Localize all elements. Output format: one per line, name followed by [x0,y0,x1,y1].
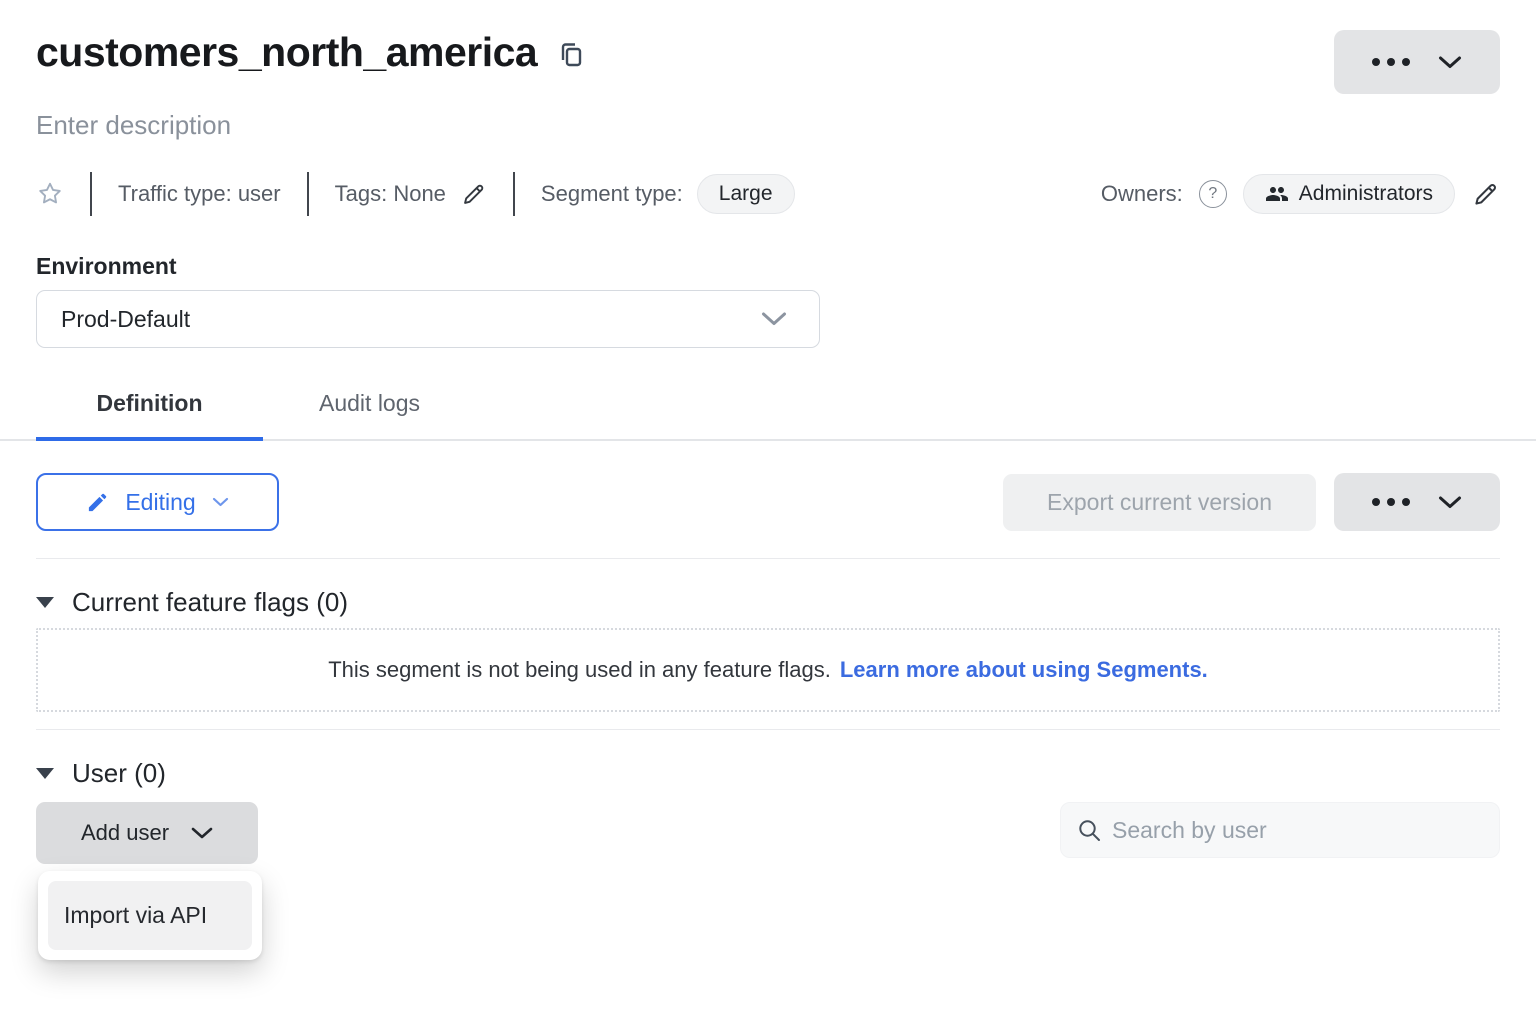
tags: Tags: None [335,181,487,208]
section-divider [36,729,1500,730]
header-more-button[interactable] [1334,30,1500,94]
editing-dropdown-button[interactable]: Editing [36,473,279,531]
traffic-type: Traffic type: user [118,181,281,207]
user-heading: User (0) [72,758,166,789]
tab-audit-logs[interactable]: Audit logs [263,384,476,439]
copy-icon[interactable] [557,40,585,72]
meta-row: Traffic type: user Tags: None Segment ty… [36,171,1500,217]
add-user-label: Add user [81,820,169,846]
user-heading-row: User (0) [36,758,1500,789]
tab-bar: Definition Audit logs [0,384,1536,441]
export-current-version-button[interactable]: Export current version [1003,474,1316,531]
ellipsis-icon [1372,58,1410,66]
page-title: customers_north_america [36,30,537,75]
collapse-caret-icon[interactable] [36,597,54,608]
learn-more-link[interactable]: Learn more about using Segments. [840,657,1208,683]
feature-flags-empty-state: This segment is not being used in any fe… [36,628,1500,712]
owners: Owners: ? Administrators [1101,174,1500,214]
segment-type-label: Segment type: [541,181,683,207]
segment-detail-page: customers_north_america Enter descriptio… [0,30,1536,864]
toolbar-more-button[interactable] [1334,473,1500,531]
description-placeholder[interactable]: Enter description [36,110,1500,141]
section-divider [36,558,1500,559]
edit-owners-icon[interactable] [1471,180,1500,209]
help-icon[interactable]: ? [1199,180,1227,208]
collapse-caret-icon[interactable] [36,768,54,779]
search-by-user-input[interactable] [1112,817,1483,844]
people-icon [1265,182,1289,206]
empty-state-text: This segment is not being used in any fe… [328,657,831,683]
chevron-down-icon [212,497,229,507]
definition-toolbar: Editing Export current version [36,473,1500,531]
pencil-icon [86,491,109,514]
feature-flags-heading: Current feature flags (0) [72,587,348,618]
owners-badge[interactable]: Administrators [1243,174,1455,214]
editing-label: Editing [125,489,195,516]
segment-type-badge: Large [697,174,795,214]
owners-label: Owners: [1101,181,1183,207]
star-icon[interactable] [36,180,64,208]
chevron-down-icon [761,312,787,326]
meta-divider [513,172,515,216]
edit-tags-icon[interactable] [460,181,487,208]
environment-selected-value: Prod-Default [61,306,190,333]
tab-definition[interactable]: Definition [36,384,263,439]
chevron-down-icon [1438,56,1462,69]
user-controls-row: Add user Import via API [36,802,1500,864]
chevron-down-icon [191,827,213,839]
ellipsis-icon [1372,498,1410,506]
owners-value: Administrators [1299,182,1433,206]
feature-flags-heading-row: Current feature flags (0) [36,587,1500,618]
header: customers_north_america [36,30,1500,94]
tags-label: Tags: None [335,181,446,207]
menu-item-import-via-api[interactable]: Import via API [48,881,252,950]
meta-divider [307,172,309,216]
user-search[interactable] [1060,802,1500,858]
search-icon [1077,818,1102,843]
environment-select[interactable]: Prod-Default [36,290,820,348]
meta-divider [90,172,92,216]
add-user-dropdown-menu: Import via API [38,871,262,960]
chevron-down-icon [1438,496,1462,509]
add-user-button[interactable]: Add user [36,802,258,864]
segment-type: Segment type: Large [541,174,795,214]
environment-label: Environment [36,253,1500,280]
